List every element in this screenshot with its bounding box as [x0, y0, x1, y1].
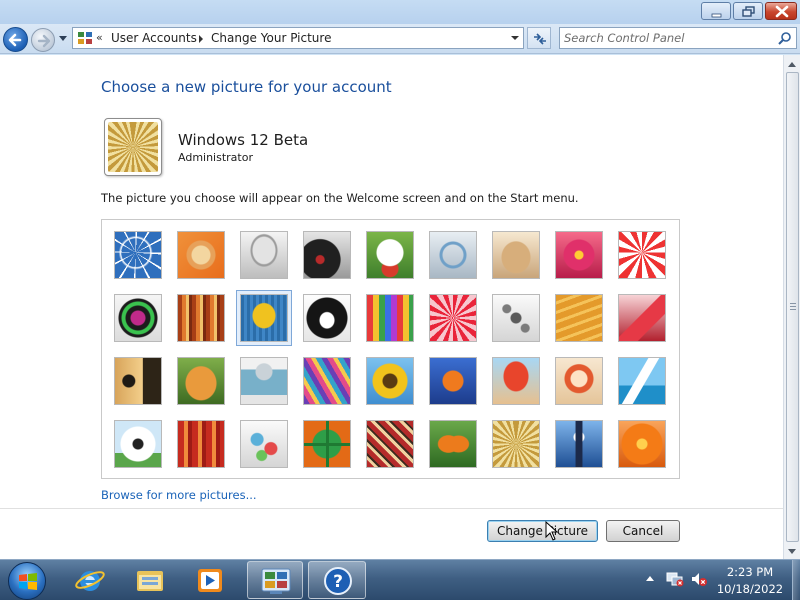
show-hidden-icons-icon[interactable]: [645, 574, 655, 582]
browse-more-pictures-link[interactable]: Browse for more pictures...: [101, 488, 257, 502]
user-name: Windows 12 Beta: [178, 131, 309, 149]
forward-button[interactable]: [31, 28, 55, 52]
breadcrumb-separator-icon[interactable]: [198, 35, 204, 43]
breadcrumb-overflow-chevron[interactable]: «: [96, 31, 103, 44]
picture-gyroscope[interactable]: [429, 231, 477, 279]
taskbar-control-panel[interactable]: [247, 561, 303, 599]
picture-lighthouse[interactable]: [555, 420, 603, 468]
recent-pages-dropdown-icon[interactable]: [58, 35, 68, 43]
control-panel-icon: [261, 568, 291, 594]
picture-kokeshi-doll[interactable]: [555, 357, 603, 405]
footer-divider: [0, 508, 783, 509]
scrollbar-grip: [790, 303, 796, 311]
refresh-icon: [534, 33, 546, 45]
restore-icon: [742, 6, 755, 17]
picture-red-star[interactable]: [429, 294, 477, 342]
picture-marbles[interactable]: [240, 420, 288, 468]
user-role: Administrator: [178, 151, 253, 164]
internet-explorer-icon: [75, 571, 105, 591]
forward-arrow-icon: [37, 34, 51, 48]
close-icon: [775, 5, 789, 18]
picture-hot-air-balloon[interactable]: [492, 357, 540, 405]
picture-origami-crane[interactable]: [618, 294, 666, 342]
picture-silk-scarves[interactable]: [303, 357, 351, 405]
picture-spiral-shell[interactable]: [492, 420, 540, 468]
svg-text:?: ?: [333, 572, 343, 592]
volume-muted-icon[interactable]: [690, 571, 708, 587]
minimize-button[interactable]: [701, 2, 731, 20]
taskbar-internet-explorer[interactable]: [68, 561, 112, 599]
picture-pinwheel[interactable]: [618, 231, 666, 279]
picture-fabric-stripes[interactable]: [177, 294, 225, 342]
scroll-up-icon[interactable]: [787, 60, 797, 70]
picture-woven-pattern[interactable]: [366, 420, 414, 468]
picture-soccer-ball[interactable]: [114, 420, 162, 468]
start-button[interactable]: [8, 562, 46, 600]
picture-grid: [101, 219, 680, 479]
page-title: Choose a new picture for your account: [101, 78, 392, 96]
title-bar: [0, 0, 800, 24]
picture-crayons[interactable]: [366, 294, 414, 342]
windows-logo-icon: [19, 573, 37, 590]
picture-sailboat[interactable]: [618, 357, 666, 405]
picture-red-fabric[interactable]: [177, 420, 225, 468]
restore-button[interactable]: [733, 2, 763, 20]
control-panel-icon: [78, 32, 92, 44]
help-icon: ?: [324, 567, 352, 595]
taskbar-help[interactable]: ?: [308, 561, 366, 599]
picture-description: The picture you choose will appear on th…: [101, 191, 579, 205]
vertical-scrollbar[interactable]: [783, 55, 800, 559]
breadcrumb-change-your-picture[interactable]: Change Your Picture: [211, 31, 331, 45]
search-input[interactable]: [564, 30, 769, 46]
picture-robot-tin[interactable]: [240, 357, 288, 405]
media-player-icon: [198, 569, 222, 592]
search-icon[interactable]: [778, 31, 792, 45]
change-picture-button[interactable]: Change Picture: [487, 520, 598, 542]
picture-vinyl-record[interactable]: [303, 231, 351, 279]
picture-sunflower[interactable]: [366, 357, 414, 405]
back-button[interactable]: [3, 27, 28, 52]
mouse-cursor-icon: [545, 521, 559, 541]
picture-tropical-fish[interactable]: [429, 357, 477, 405]
picture-border-collie[interactable]: [303, 294, 351, 342]
picture-ball-purple[interactable]: [114, 294, 162, 342]
clock-time[interactable]: 2:23 PM: [714, 565, 786, 579]
taskbar-windows-explorer[interactable]: [128, 561, 172, 599]
picture-guitar[interactable]: [114, 357, 162, 405]
picture-lucky-cat[interactable]: [366, 231, 414, 279]
scrollbar-thumb[interactable]: [786, 72, 799, 542]
taskbar-media-player[interactable]: [188, 561, 232, 599]
search-box: [559, 27, 797, 49]
close-button[interactable]: [765, 2, 797, 20]
current-user-picture: [104, 118, 162, 176]
picture-green-window[interactable]: [303, 420, 351, 468]
cancel-button[interactable]: Cancel: [606, 520, 680, 542]
picture-kitten[interactable]: [492, 231, 540, 279]
picture-robot-toy[interactable]: [240, 231, 288, 279]
picture-starfish[interactable]: [177, 231, 225, 279]
picture-stairs[interactable]: [555, 294, 603, 342]
clock-date[interactable]: 10/18/2022: [714, 582, 786, 596]
address-dropdown-icon[interactable]: [507, 30, 523, 46]
refresh-button[interactable]: [527, 27, 551, 49]
picture-butterfly[interactable]: [429, 420, 477, 468]
picture-ferris-wheel[interactable]: [114, 231, 162, 279]
back-arrow-icon: [8, 33, 22, 47]
breadcrumb-user-accounts[interactable]: User Accounts: [111, 31, 197, 45]
windows-explorer-icon: [137, 571, 163, 591]
picture-orange-flower[interactable]: [618, 420, 666, 468]
scroll-down-icon[interactable]: [787, 546, 797, 556]
show-desktop-button[interactable]: [792, 560, 800, 600]
picture-pomeranian[interactable]: [177, 357, 225, 405]
picture-flower-pink[interactable]: [555, 231, 603, 279]
minimize-icon: [711, 13, 722, 18]
picture-yellow-leaf[interactable]: [236, 290, 292, 346]
network-icon[interactable]: [666, 571, 684, 587]
address-bar[interactable]: « User Accounts Change Your Picture: [72, 27, 524, 49]
picture-jacks[interactable]: [492, 294, 540, 342]
